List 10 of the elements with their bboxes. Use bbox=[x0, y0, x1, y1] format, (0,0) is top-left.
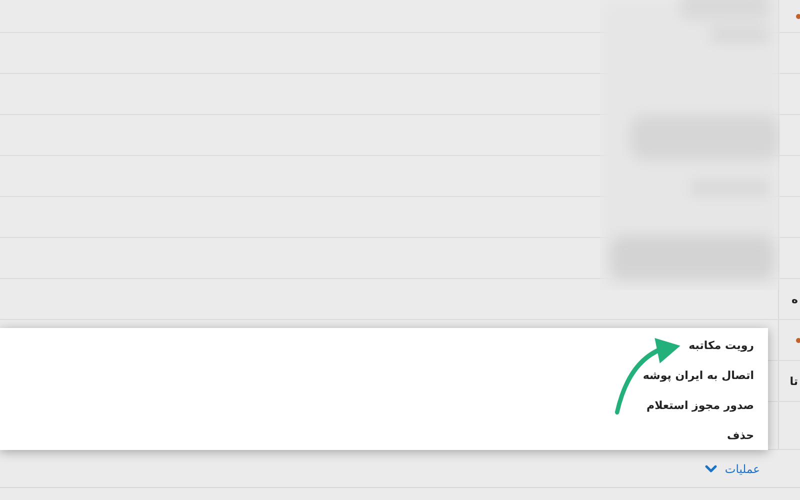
actions-dropdown[interactable]: عملیات bbox=[702, 460, 762, 478]
cut-off-text: ه bbox=[792, 292, 798, 306]
menu-item[interactable]: حذف bbox=[726, 420, 754, 450]
menu-item[interactable]: رویت مکاتبه bbox=[688, 330, 754, 360]
dot-icon bbox=[796, 338, 800, 342]
menu-item[interactable]: صدور مجوز استعلام bbox=[646, 390, 754, 420]
dot-icon bbox=[796, 14, 800, 18]
menu-item[interactable]: اتصال به ایران پوشه bbox=[642, 360, 754, 390]
chevron-down-icon bbox=[704, 464, 717, 472]
cut-off-text: تا bbox=[790, 374, 798, 388]
